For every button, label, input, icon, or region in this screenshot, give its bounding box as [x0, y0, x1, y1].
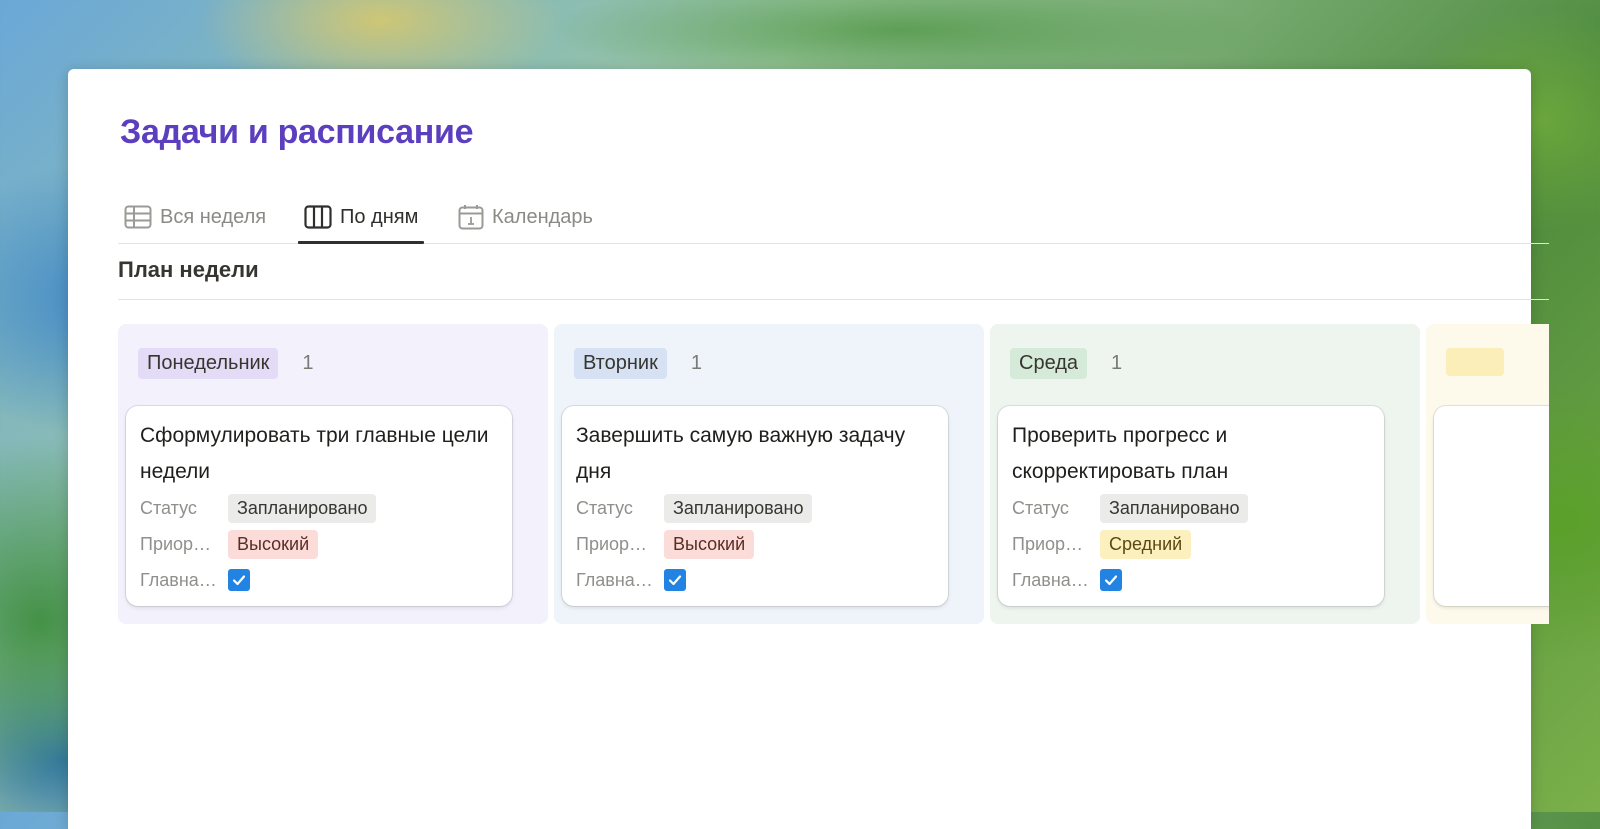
property-name: Главна… — [1012, 569, 1089, 590]
column-count: 1 — [302, 352, 314, 374]
property-name: Главна… — [576, 569, 653, 590]
status-badge[interactable]: Запланировано — [1100, 493, 1249, 523]
main-checkbox[interactable] — [664, 569, 686, 591]
board-column-wednesday: Среда 1 Проверить прогресс и скорректиро… — [990, 324, 1420, 624]
task-card[interactable] — [1434, 406, 1549, 606]
task-card[interactable]: Сформулировать три главные цели недели С… — [126, 406, 512, 606]
column-header — [1446, 348, 1504, 376]
status-property: Статус Запланировано — [576, 490, 934, 526]
board-column-thursday — [1426, 324, 1549, 624]
column-label[interactable]: Вторник — [574, 348, 667, 379]
tab-by-days-label: По дням — [340, 205, 419, 228]
view-header: План недели — [118, 257, 1549, 300]
property-name: Главна… — [140, 569, 217, 590]
main-property: Главна… — [140, 562, 498, 598]
status-property: Статус Запланировано — [140, 490, 498, 526]
task-card[interactable]: Проверить прогресс и скорректировать пла… — [998, 406, 1384, 606]
status-property: Статус Запланировано — [1012, 490, 1370, 526]
view-title[interactable]: План недели — [118, 257, 259, 282]
tab-all-week[interactable]: Вся неделя — [118, 191, 272, 243]
column-label[interactable]: Понедельник — [138, 348, 279, 379]
table-icon — [124, 205, 152, 229]
property-name: Приор… — [140, 533, 212, 554]
card-title: Сформулировать три главные цели недели — [140, 424, 489, 483]
main-checkbox[interactable] — [228, 569, 250, 591]
main-property: Главна… — [576, 562, 934, 598]
property-name: Статус — [1012, 497, 1069, 518]
card-title: Завершить самую важную задачу дня — [576, 424, 906, 483]
status-badge[interactable]: Запланировано — [228, 493, 377, 523]
priority-property: Приор… Средний — [1012, 526, 1370, 562]
task-card[interactable]: Завершить самую важную задачу дня Статус… — [562, 406, 948, 606]
column-label[interactable]: Среда — [1010, 348, 1088, 379]
status-badge[interactable]: Запланировано — [664, 493, 813, 523]
calendar-icon — [458, 205, 484, 230]
property-name: Приор… — [1012, 533, 1084, 554]
property-name: Приор… — [576, 533, 648, 554]
priority-badge[interactable]: Высокий — [664, 529, 755, 559]
priority-badge[interactable]: Средний — [1100, 529, 1192, 559]
column-header: Среда 1 — [1010, 348, 1122, 379]
card-title: Проверить прогресс и скорректировать пла… — [1012, 424, 1229, 483]
priority-property: Приор… Высокий — [140, 526, 498, 562]
tab-calendar[interactable]: Календарь — [452, 191, 599, 243]
page-title: Задачи и расписание — [120, 113, 474, 151]
column-count: 1 — [1111, 352, 1123, 374]
tab-all-week-label: Вся неделя — [160, 205, 267, 228]
board: Понедельник 1 Сформулировать три главные… — [118, 324, 1549, 624]
main-checkbox[interactable] — [1100, 569, 1122, 591]
main-property: Главна… — [1012, 562, 1370, 598]
property-name: Статус — [140, 497, 197, 518]
column-label[interactable] — [1446, 348, 1504, 376]
board-column-monday: Понедельник 1 Сформулировать три главные… — [118, 324, 548, 624]
board-column-tuesday: Вторник 1 Завершить самую важную задачу … — [554, 324, 984, 624]
card-title — [1448, 418, 1549, 490]
priority-badge[interactable]: Высокий — [228, 529, 319, 559]
checkmark-icon — [232, 575, 246, 586]
main-panel: Задачи и расписание Вся неделя По дням К… — [68, 69, 1549, 829]
board-icon — [304, 205, 332, 229]
column-count: 1 — [690, 352, 702, 374]
tab-by-days[interactable]: По дням — [298, 191, 425, 244]
column-header: Понедельник 1 — [138, 348, 314, 379]
checkmark-icon — [1104, 575, 1118, 586]
view-tabs: Вся неделя По дням Календарь — [118, 191, 1549, 244]
tab-calendar-label: Календарь — [492, 205, 593, 228]
column-header: Вторник 1 — [574, 348, 702, 379]
property-name: Статус — [576, 497, 633, 518]
priority-property: Приор… Высокий — [576, 526, 934, 562]
checkmark-icon — [668, 575, 682, 586]
